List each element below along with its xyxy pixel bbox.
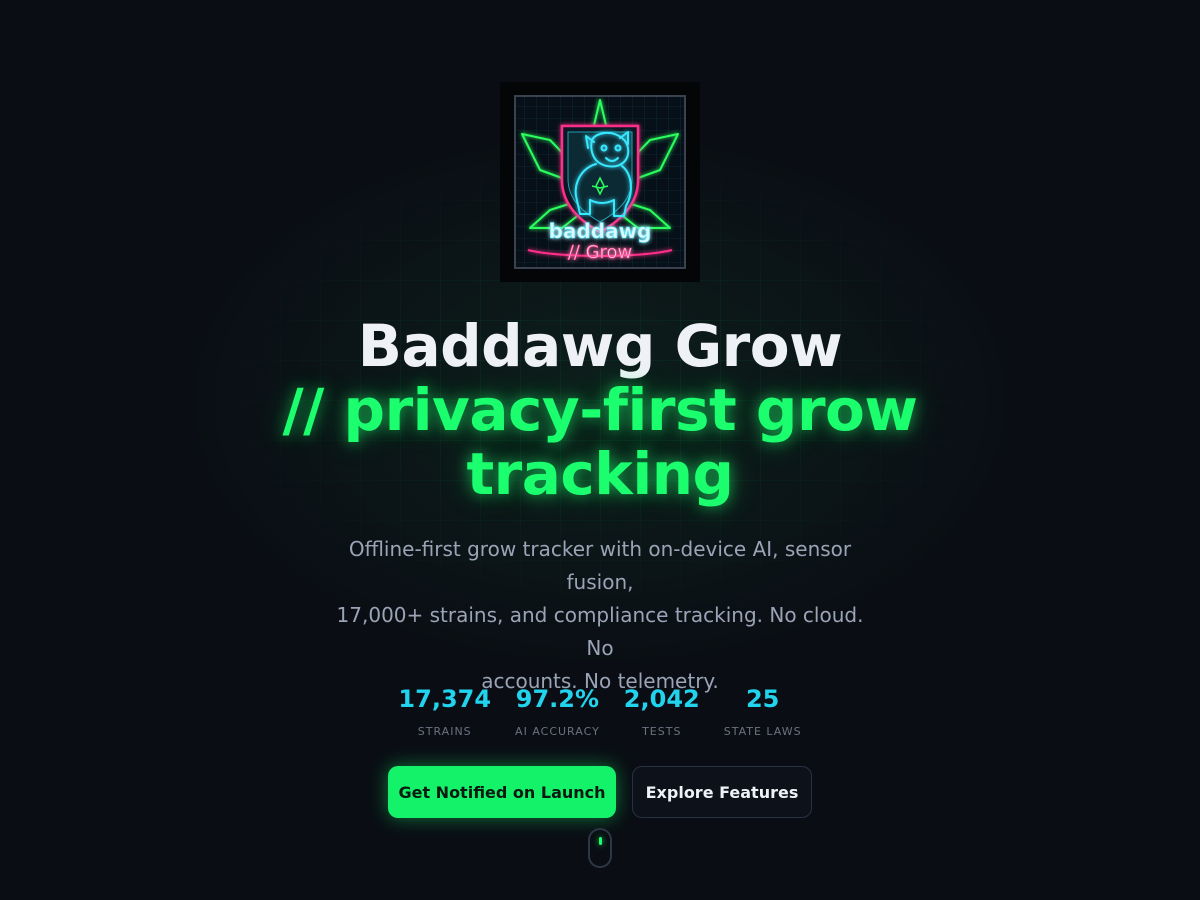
scroll-mouse-icon[interactable]	[588, 828, 612, 868]
landing-page: baddawg // Grow Baddawg Grow // privacy-…	[0, 0, 1200, 900]
hero-subtitle: Offline-first grow tracker with on-devic…	[320, 533, 880, 698]
logo-title: baddawg	[549, 219, 652, 243]
stat-label: TESTS	[642, 725, 682, 738]
stat-label: STRAINS	[417, 725, 472, 738]
hero-title-accent-line1: // privacy-first grow	[282, 376, 918, 444]
hero-subtitle-line1: Offline-first grow tracker with on-devic…	[348, 537, 852, 594]
stat-value: 25	[745, 685, 780, 713]
logo-subtitle: // Grow	[568, 242, 633, 263]
stat-value: 17,374	[398, 685, 492, 713]
neon-bulldog-logo-icon: baddawg // Grow	[514, 95, 686, 269]
hero-title: Baddawg Grow // privacy-first grow track…	[200, 314, 1000, 506]
stat-tests: 2,042 TESTS	[624, 682, 700, 738]
stat-value: 2,042	[623, 685, 700, 713]
stat-strains: 17,374 STRAINS	[398, 682, 491, 738]
stat-state-laws: 25 STATE LAWS	[724, 682, 802, 738]
app-logo: baddawg // Grow	[500, 82, 700, 282]
stat-label: STATE LAWS	[723, 725, 802, 738]
explore-features-button[interactable]: Explore Features	[632, 766, 812, 818]
hero-subtitle-line2: 17,000+ strains, and compliance tracking…	[336, 603, 864, 660]
stat-ai-accuracy: 97.2% AI ACCURACY	[515, 682, 600, 738]
stat-label: AI ACCURACY	[515, 725, 600, 738]
hero-title-main: Baddawg Grow	[357, 312, 843, 380]
hero-title-accent-line2: tracking	[466, 440, 734, 508]
get-notified-button[interactable]: Get Notified on Launch	[388, 766, 616, 818]
stats-row: 17,374 STRAINS 97.2% AI ACCURACY 2,042 T…	[398, 682, 802, 738]
scroll-wheel-dot	[599, 837, 602, 845]
stat-value: 97.2%	[515, 685, 600, 713]
